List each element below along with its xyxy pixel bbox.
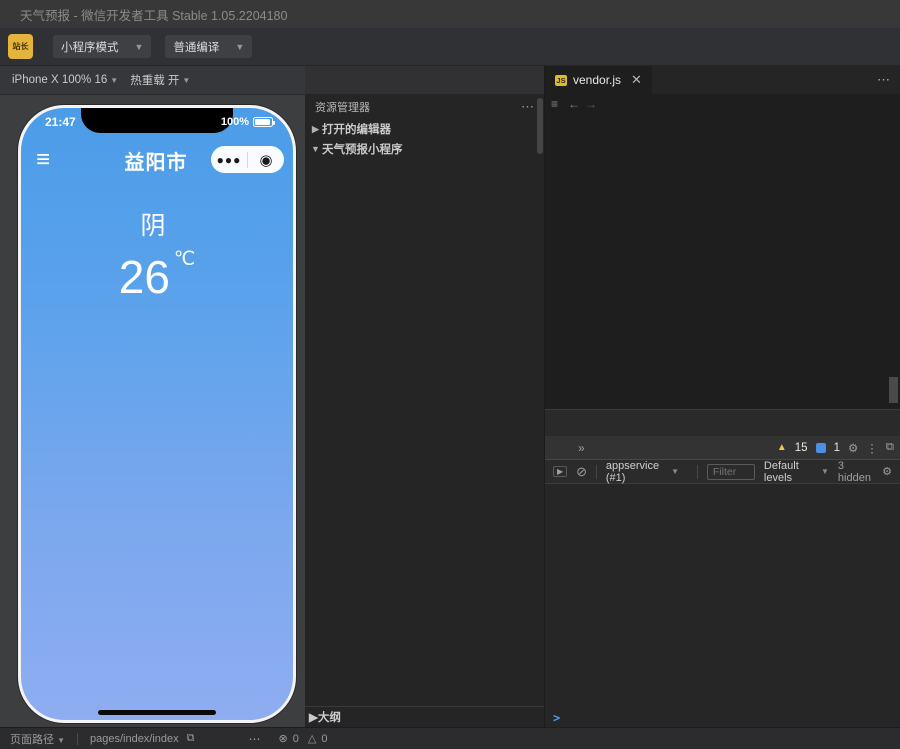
compile-select-value: 普通编译 bbox=[173, 39, 219, 55]
console-toolbar: ▶ ⊘ appservice (#1) ▼ Default levels ▼ 3… bbox=[545, 460, 900, 484]
outline-section[interactable]: ▶ 大纲 bbox=[305, 706, 544, 727]
breadcrumb: ≡ ← → bbox=[545, 94, 900, 113]
context-select[interactable]: appservice (#1) ▼ bbox=[606, 460, 679, 484]
outline-list-icon[interactable]: ≡ bbox=[551, 97, 558, 111]
forward-arrow-icon[interactable]: → bbox=[585, 97, 597, 111]
temperature-value: 26 bbox=[119, 251, 170, 303]
chevron-down-icon: ▼ bbox=[309, 144, 322, 154]
more-icon[interactable]: ●●● bbox=[211, 153, 247, 167]
chevron-down-icon: ▼ bbox=[235, 42, 244, 52]
editor-scrollbar[interactable] bbox=[889, 377, 898, 403]
main-toolbar: 站长 小程序模式 ▼ 普通编译 ▼ bbox=[0, 28, 900, 66]
back-arrow-icon[interactable]: ← bbox=[568, 97, 580, 111]
phone-status-bar: 21:47 100% bbox=[21, 115, 293, 129]
activity-bar bbox=[305, 66, 544, 95]
code-editor[interactable] bbox=[545, 113, 900, 409]
compile-mode-select[interactable]: 普通编译 ▼ bbox=[165, 35, 252, 58]
debugger-tabbar bbox=[545, 410, 900, 436]
explorer-header: 资源管理器 ⋯ bbox=[305, 95, 544, 119]
project-name: 天气预报小程序 bbox=[322, 141, 403, 157]
editor-tabbar: JS vendor.js ✕ ⋯ bbox=[545, 66, 900, 94]
error-count: 0 bbox=[293, 733, 299, 745]
explorer-title: 资源管理器 bbox=[315, 99, 370, 115]
simulator-toolbar: iPhone X 100% 16 ▼ 热重载 开 ▼ bbox=[0, 66, 305, 95]
phone-screen: 21:47 100% ≡ 益阳市 ●●● ◉ bbox=[21, 108, 293, 720]
gear-icon[interactable]: ⚙ bbox=[848, 441, 858, 455]
close-icon[interactable]: ✕ bbox=[631, 72, 642, 88]
chevron-right-icon: ▶ bbox=[309, 124, 322, 135]
devtools-toolbar: » ▲ 15 1 ⚙ ⋮ ⧉ bbox=[545, 436, 900, 460]
warnings-icon[interactable]: △ bbox=[308, 732, 316, 745]
live-expression-icon[interactable]: ▶ bbox=[553, 466, 567, 477]
errors-icon[interactable]: ⊗ bbox=[279, 732, 288, 745]
wechat-devtools-window: 天气预报 - 微信开发者工具 Stable 1.05.2204180 站长 小程… bbox=[0, 0, 900, 749]
phone-frame: 21:47 100% ≡ 益阳市 ●●● ◉ bbox=[18, 105, 296, 723]
log-levels-select[interactable]: Default levels ▼ bbox=[764, 460, 829, 484]
mode-select[interactable]: 小程序模式 ▼ bbox=[53, 35, 151, 58]
editor-tab-vendor-js[interactable]: JS vendor.js ✕ bbox=[545, 66, 652, 94]
console-messages bbox=[545, 484, 900, 709]
chevron-right-icon: ▶ bbox=[309, 710, 318, 724]
miniprogram-capsule: ●●● ◉ bbox=[211, 146, 284, 173]
info-count: 1 bbox=[834, 442, 840, 454]
page-path-value[interactable]: pages/index/index bbox=[90, 733, 179, 745]
chevron-down-icon: ▼ bbox=[135, 42, 144, 52]
user-avatar[interactable]: 站长 bbox=[8, 34, 33, 59]
city-name: 益阳市 bbox=[125, 152, 188, 174]
warning-count: 15 bbox=[795, 442, 808, 454]
statusbar: 页面路径 ▼ pages/index/index ⧉ ⋯ ⊗ 0 △ 0 bbox=[0, 727, 900, 749]
warning-triangle-icon[interactable]: ▲ bbox=[777, 442, 787, 453]
mode-select-value: 小程序模式 bbox=[61, 39, 119, 55]
chevron-down-icon: ▼ bbox=[110, 76, 118, 85]
simulator-panel: iPhone X 100% 16 ▼ 热重载 开 ▼ 21:47 100% bbox=[0, 66, 305, 727]
page-path-label: 页面路径 bbox=[10, 734, 54, 746]
more-icon[interactable]: ⋯ bbox=[521, 99, 534, 115]
levels-value: Default levels bbox=[764, 460, 817, 484]
window-title: 天气预报 - 微信开发者工具 Stable 1.05.2204180 bbox=[20, 5, 900, 24]
battery-icon bbox=[253, 117, 273, 127]
clear-console-icon[interactable]: ⊘ bbox=[576, 464, 587, 480]
current-weather: 阴 26℃ bbox=[21, 206, 293, 304]
explorer-scrollbar[interactable] bbox=[537, 98, 543, 154]
status-time: 21:47 bbox=[45, 115, 76, 129]
info-icon[interactable] bbox=[816, 443, 826, 453]
more-icon[interactable]: ⋯ bbox=[249, 732, 261, 746]
open-editors-label: 打开的编辑器 bbox=[322, 121, 391, 137]
open-editors-section[interactable]: ▶ 打开的编辑器 bbox=[305, 119, 544, 139]
outline-label: 大纲 bbox=[318, 709, 341, 725]
phone-nav-bar: ≡ 益阳市 ●●● ◉ bbox=[21, 144, 293, 176]
home-indicator[interactable] bbox=[98, 710, 216, 715]
explorer-panel: 资源管理器 ⋯ ▶ 打开的编辑器 ▼ 天气预报小程序 ▶ 大纲 bbox=[305, 66, 545, 727]
popout-icon[interactable]: ⧉ bbox=[886, 441, 894, 454]
chevron-down-icon: ▼ bbox=[57, 736, 65, 745]
hidden-count: 3 hidden bbox=[838, 460, 873, 484]
temperature-unit: ℃ bbox=[174, 249, 195, 270]
tab-label: vendor.js bbox=[573, 73, 621, 87]
chevron-down-icon: ▼ bbox=[821, 467, 829, 476]
page-path-select[interactable]: 页面路径 ▼ bbox=[10, 731, 65, 747]
hot-reload-toggle[interactable]: 热重载 开 bbox=[130, 72, 179, 88]
project-section[interactable]: ▼ 天气预报小程序 bbox=[305, 139, 544, 159]
close-capsule-icon[interactable]: ◉ bbox=[248, 151, 284, 169]
console-prompt[interactable]: > bbox=[545, 709, 900, 727]
more-icon[interactable]: ⋯ bbox=[877, 72, 890, 88]
chevron-down-icon: ▼ bbox=[671, 467, 679, 476]
debugger-panel: » ▲ 15 1 ⚙ ⋮ ⧉ ▶ ⊘ ap bbox=[545, 409, 900, 727]
js-file-icon: JS bbox=[555, 75, 567, 86]
device-select[interactable]: iPhone X 100% 16 bbox=[12, 74, 107, 86]
weather-condition: 阴 bbox=[140, 206, 165, 242]
prompt-icon: > bbox=[553, 711, 560, 725]
battery-percent: 100% bbox=[221, 116, 249, 128]
more-tabs-icon[interactable]: » bbox=[578, 441, 585, 455]
copy-icon[interactable]: ⧉ bbox=[187, 732, 195, 745]
chevron-down-icon: ▼ bbox=[182, 76, 190, 85]
filter-input[interactable] bbox=[707, 464, 755, 480]
context-value: appservice (#1) bbox=[606, 460, 667, 484]
editor-area: JS vendor.js ✕ ⋯ ≡ ← → bbox=[545, 66, 900, 727]
kebab-menu-icon[interactable]: ⋮ bbox=[866, 441, 878, 455]
gear-icon[interactable]: ⚙ bbox=[882, 465, 892, 478]
warning-count: 0 bbox=[321, 733, 327, 745]
titlebar: 天气预报 - 微信开发者工具 Stable 1.05.2204180 bbox=[0, 0, 900, 28]
